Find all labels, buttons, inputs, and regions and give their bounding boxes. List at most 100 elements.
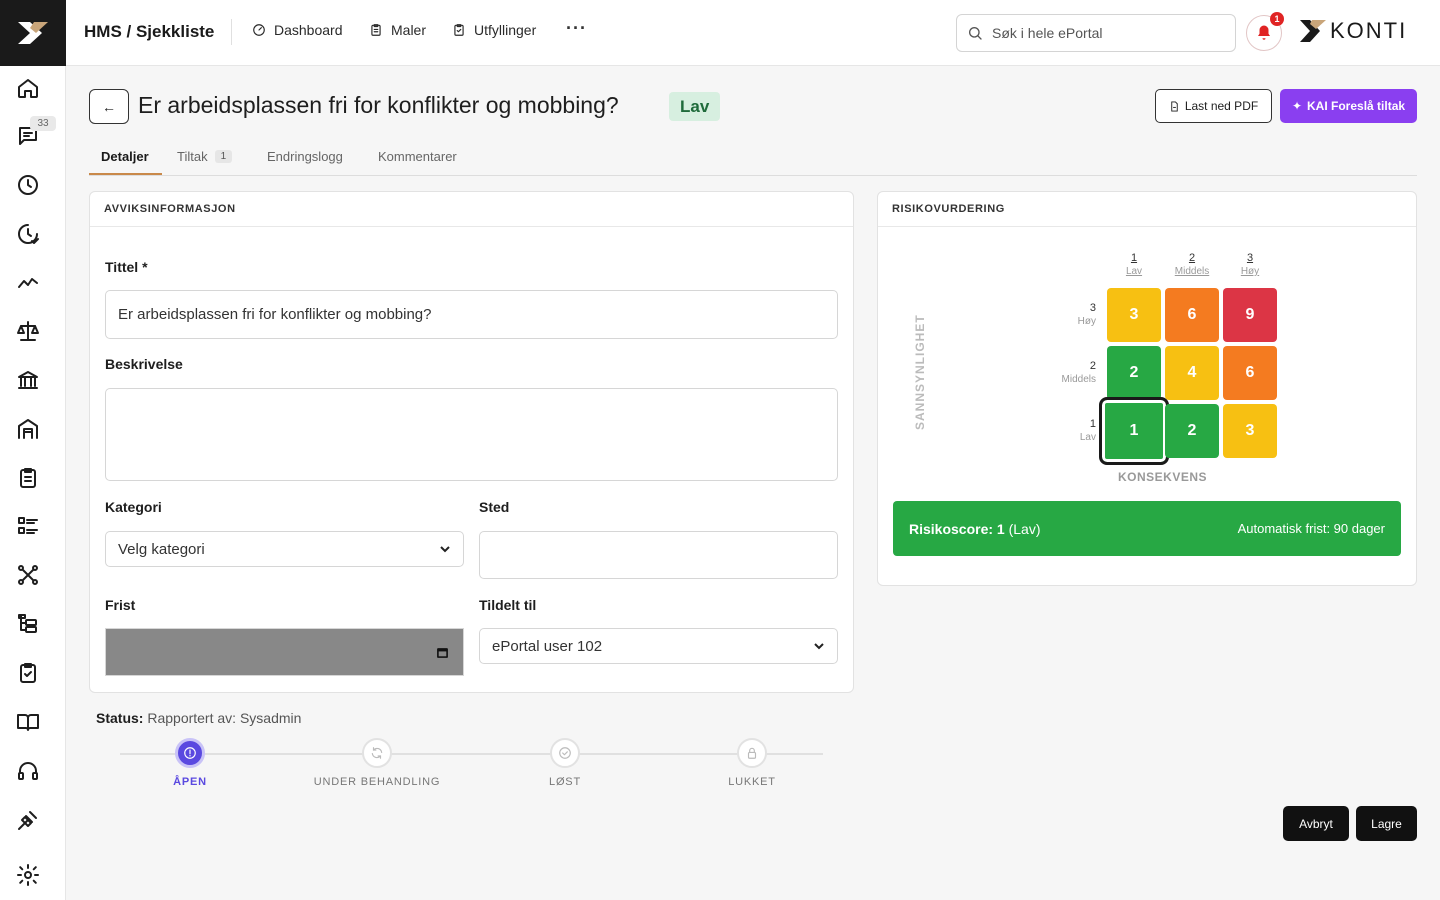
col-header-name: Lav — [1125, 266, 1143, 277]
refresh-icon — [371, 747, 383, 759]
risk-cell-1-2[interactable]: 2 — [1165, 404, 1219, 458]
risk-cell-2-3[interactable]: 6 — [1223, 346, 1277, 400]
col-header-2[interactable]: 2 Middels — [1165, 252, 1219, 277]
y-axis-label: SANNSYNLIGHET — [913, 314, 927, 430]
risk-cell-1-3[interactable]: 3 — [1223, 404, 1277, 458]
tree-icon[interactable] — [14, 610, 42, 638]
row-header-3: 3 Høy — [1046, 302, 1096, 327]
description-field[interactable] — [105, 388, 838, 481]
brand-logo: KONTI — [1298, 18, 1407, 44]
row-header-num: 3 — [1089, 302, 1096, 314]
clipboard-check-icon[interactable] — [14, 659, 42, 687]
assigned-label: Tildelt til — [479, 597, 537, 613]
book-icon[interactable] — [14, 708, 42, 736]
risk-score-level: (Lav) — [1008, 520, 1041, 537]
active-tab-indicator — [89, 173, 162, 175]
nav-maler[interactable]: Maler — [369, 22, 426, 38]
row-header-name: Høy — [1077, 316, 1096, 327]
risk-cell-2-2[interactable]: 4 — [1165, 346, 1219, 400]
status-step-closed[interactable]: LUKKET — [672, 738, 832, 788]
row-header-num: 2 — [1089, 360, 1096, 372]
status-step-resolved[interactable]: LØST — [485, 738, 645, 788]
clock-check-icon[interactable] — [14, 220, 42, 248]
deadline-label: Frist — [105, 597, 136, 613]
scale-icon[interactable] — [14, 317, 42, 345]
status-step-in-progress[interactable]: UNDER BEHANDLING — [297, 738, 457, 788]
save-button[interactable]: Lagre — [1356, 806, 1417, 841]
risk-cell-1-1-selected[interactable]: 1 — [1099, 397, 1169, 465]
logo-icon — [18, 22, 48, 44]
assigned-select[interactable]: ePortal user 102 — [479, 628, 838, 664]
more-menu-button[interactable]: ··· — [566, 18, 587, 39]
step-label: LØST — [549, 776, 581, 788]
headset-icon[interactable] — [14, 757, 42, 785]
title-field[interactable]: Er arbeidsplassen fri for konflikter og … — [105, 290, 838, 339]
cancel-button[interactable]: Avbryt — [1283, 806, 1349, 841]
plug-icon[interactable] — [14, 806, 42, 834]
search-input[interactable] — [992, 25, 1222, 41]
status-step-open[interactable]: ÅPEN — [110, 738, 270, 788]
brand-name: KONTI — [1330, 18, 1408, 43]
category-select[interactable]: Velg kategori — [105, 531, 464, 567]
step-dot[interactable] — [362, 738, 392, 768]
tab-tiltak-label: Tiltak — [177, 149, 208, 164]
col-header-name: Høy — [1240, 266, 1260, 277]
tab-kommentarer[interactable]: Kommentarer — [378, 149, 457, 164]
warehouse-icon[interactable] — [14, 415, 42, 443]
tab-endringslogg[interactable]: Endringslogg — [267, 149, 343, 164]
deadline-date-input[interactable] — [105, 628, 464, 676]
network-icon[interactable] — [14, 561, 42, 589]
alert-circle-icon — [184, 747, 196, 759]
page-title: Er arbeidsplassen fri for konflikter og … — [138, 92, 619, 118]
risk-level-badge: Lav — [669, 92, 721, 121]
row-header-num: 1 — [1089, 418, 1096, 430]
notification-count-badge: 1 — [1270, 12, 1284, 26]
activity-icon[interactable] — [14, 268, 42, 296]
row-header-name: Lav — [1079, 432, 1096, 443]
bell-icon — [1258, 25, 1270, 40]
check-circle-icon — [559, 747, 571, 759]
lock-icon — [747, 747, 757, 759]
app-logo[interactable] — [0, 0, 66, 66]
tab-detaljer[interactable]: Detaljer — [101, 149, 149, 164]
col-header-1[interactable]: 1 Lav — [1107, 252, 1161, 277]
step-label: UNDER BEHANDLING — [313, 776, 441, 788]
location-field[interactable] — [479, 531, 838, 579]
clock-icon[interactable] — [14, 171, 42, 199]
chevron-down-icon — [814, 643, 824, 650]
step-dot[interactable] — [175, 738, 205, 768]
clipboard-list-icon[interactable] — [14, 464, 42, 492]
clipboard-icon — [371, 24, 381, 36]
breadcrumb[interactable]: HMS / Sjekkliste — [84, 22, 214, 42]
col-header-num: 2 — [1188, 252, 1196, 264]
risk-cell-3-3[interactable]: 9 — [1223, 288, 1277, 342]
list-check-icon[interactable] — [14, 512, 42, 540]
tab-bar: Detaljer Tiltak 1 Endringslogg Kommentar… — [89, 140, 1417, 176]
tab-tiltak-count: 1 — [214, 150, 233, 163]
category-label: Kategori — [105, 499, 162, 515]
download-pdf-button[interactable]: Last ned PDF — [1155, 89, 1272, 123]
nav-utfyllinger[interactable]: Utfyllinger — [452, 22, 536, 38]
risk-score-label: Risikoscore: 1 — [909, 520, 1005, 537]
nav-dashboard[interactable]: Dashboard — [252, 22, 343, 38]
auto-deadline-text: Automatisk frist: 90 dager — [1237, 521, 1385, 536]
kai-suggest-label: KAI Foreslå tiltak — [1307, 99, 1406, 113]
kai-suggest-button[interactable]: ✦ KAI Foreslå tiltak — [1280, 89, 1417, 123]
bank-icon[interactable] — [14, 366, 42, 394]
tab-tiltak[interactable]: Tiltak 1 — [177, 149, 233, 164]
nav-maler-label: Maler — [391, 22, 427, 38]
search-bar[interactable] — [956, 14, 1236, 52]
calendar-icon[interactable] — [436, 646, 449, 659]
sparkle-icon: ✦ — [1291, 99, 1303, 113]
risk-cell-3-1[interactable]: 3 — [1107, 288, 1161, 342]
risk-cell-3-2[interactable]: 6 — [1165, 288, 1219, 342]
settings-icon[interactable] — [14, 861, 42, 889]
home-icon[interactable] — [14, 74, 42, 102]
col-header-3[interactable]: 3 Høy — [1223, 252, 1277, 277]
col-header-name: Middels — [1174, 266, 1210, 277]
title-label: Tittel * — [105, 259, 148, 275]
back-button[interactable]: ← — [89, 89, 129, 124]
risk-cell-2-1[interactable]: 2 — [1107, 346, 1161, 400]
step-dot[interactable] — [737, 738, 767, 768]
step-dot[interactable] — [550, 738, 580, 768]
